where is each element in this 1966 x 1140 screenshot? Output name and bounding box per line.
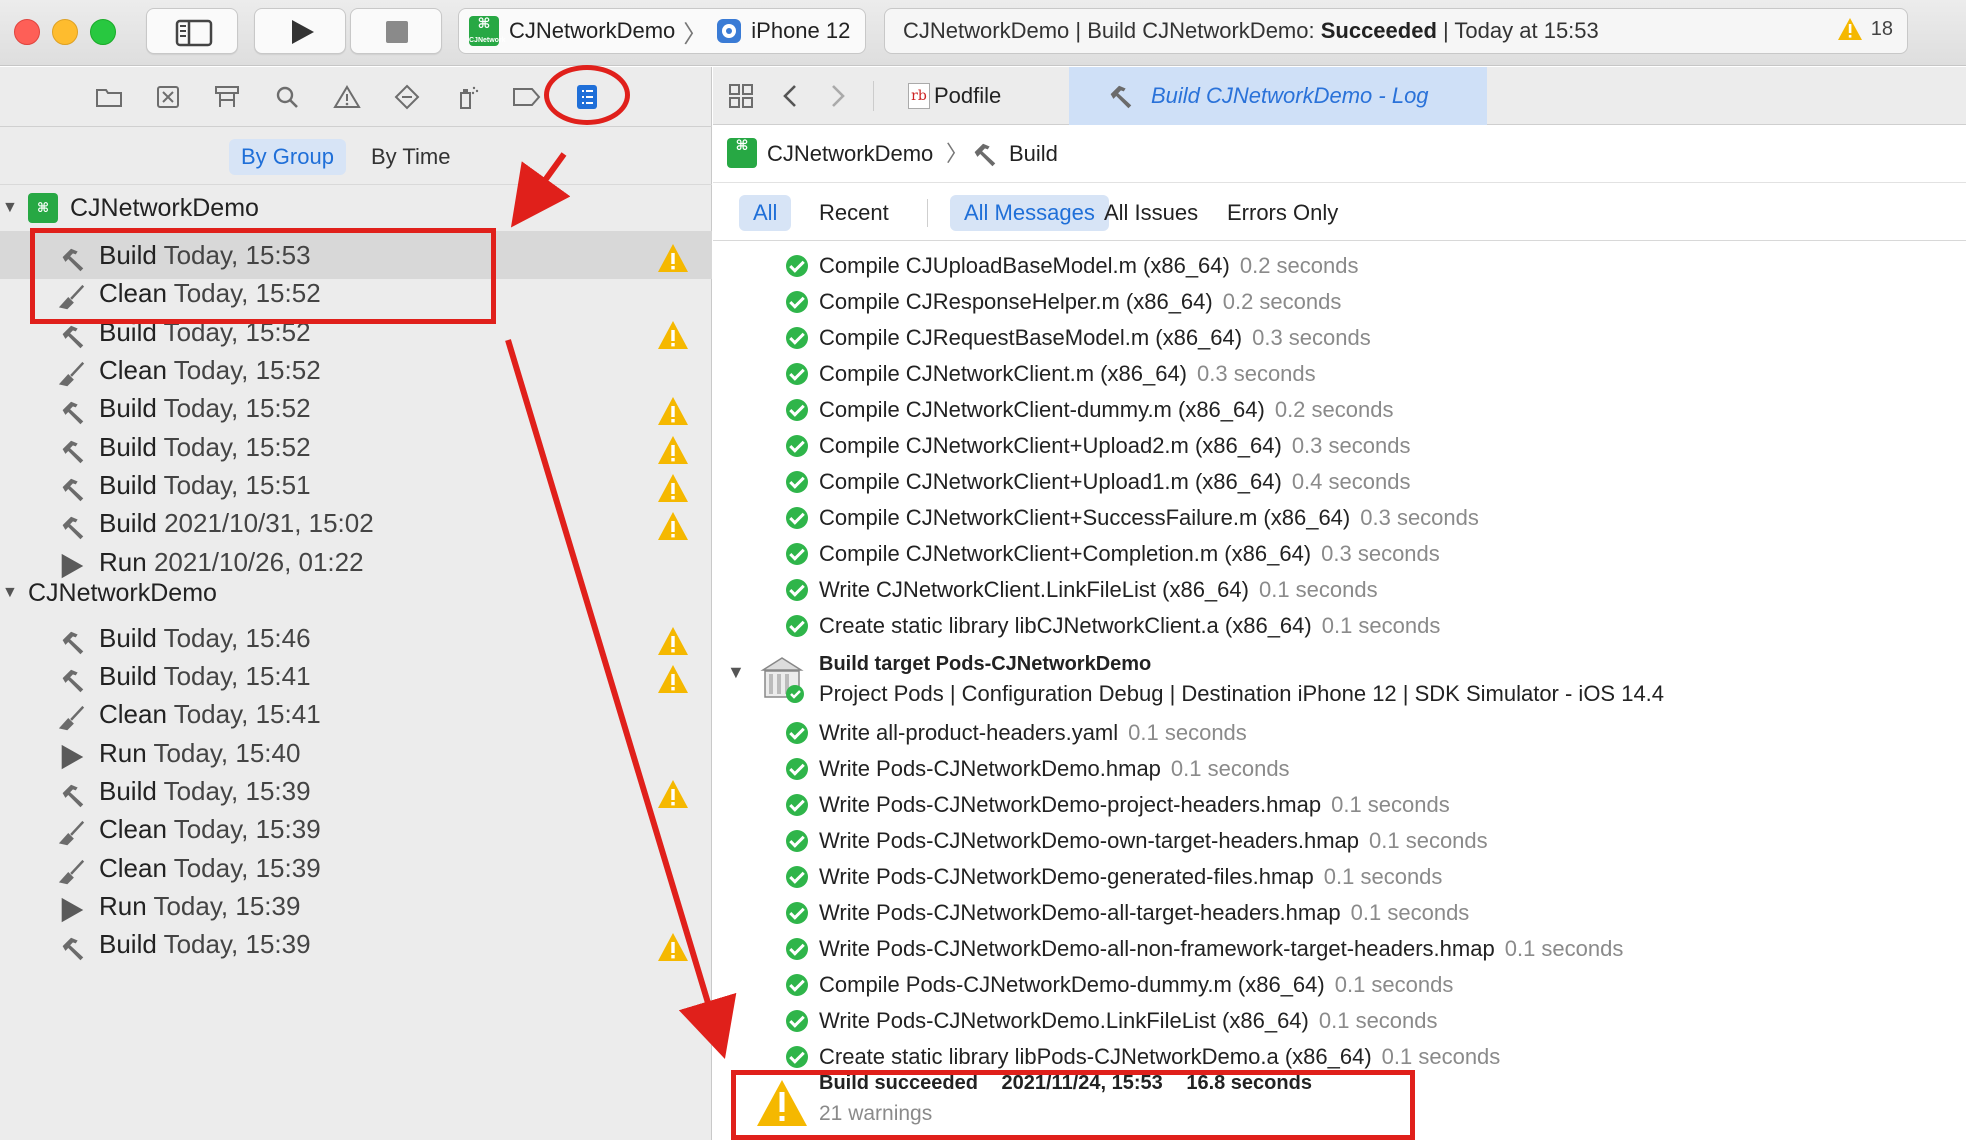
xcode-window: { "toolbar": { "scheme_name": "CJNetwork… — [0, 0, 1966, 1140]
annotation-arrows — [505, 152, 737, 1059]
